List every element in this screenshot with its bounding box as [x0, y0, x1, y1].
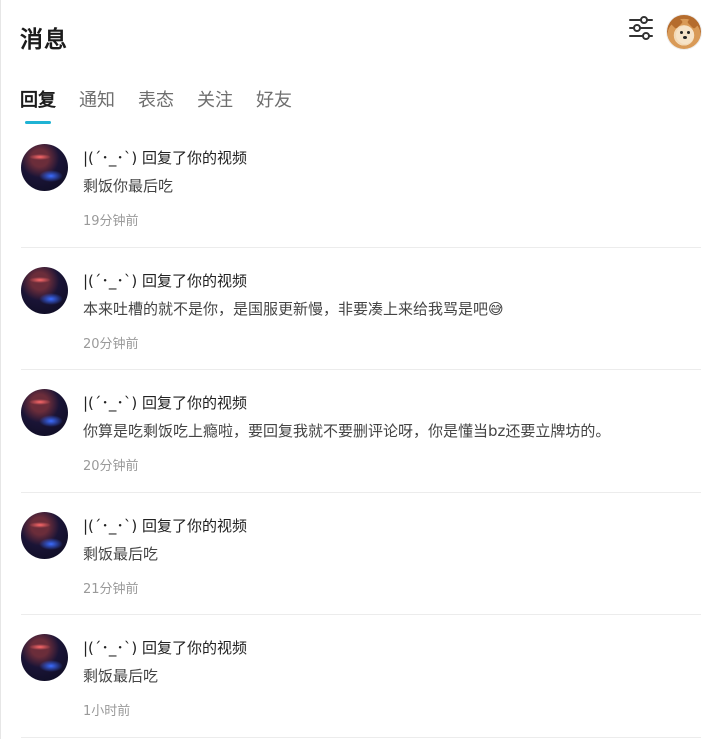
message-time: 19分钟前	[83, 214, 139, 229]
header: 消息	[1, 0, 720, 70]
tab-notice[interactable]: 通知	[79, 86, 115, 124]
message-content: 剩饭最后吃	[83, 544, 159, 563]
sliders-icon	[629, 16, 653, 40]
message-sender: |(´･_･`) 回复了你的视频	[83, 394, 248, 412]
message-content: 剩饭最后吃	[83, 667, 159, 685]
message-time: 1小时前	[83, 704, 131, 719]
sender-avatar[interactable]	[21, 389, 68, 436]
message-sender: |(´･_･`) 回复了你的视频	[83, 271, 248, 290]
message-content: 剩饭你最后吃	[83, 177, 174, 195]
message-sender: |(´･_･`) 回复了你的视频	[83, 639, 248, 657]
message-list: |(´･_･`) 回复了你的视频 剩饭你最后吃 19分钟前 |(´･_･`) 回…	[1, 125, 720, 738]
avatar-eye-left	[680, 31, 683, 34]
tab-friends[interactable]: 好友	[256, 86, 292, 124]
message-time: 21分钟前	[83, 581, 139, 597]
message-item[interactable]: |(´･_･`) 回复了你的视频 剩饭最后吃 21分钟前	[1, 493, 720, 615]
user-avatar[interactable]	[666, 14, 702, 50]
message-item[interactable]: |(´･_･`) 回复了你的视频 剩饭你最后吃 19分钟前	[1, 125, 720, 248]
avatar-nose	[683, 36, 687, 39]
message-item[interactable]: |(´･_･`) 回复了你的视频 剩饭最后吃 1小时前	[1, 615, 720, 738]
message-item[interactable]: |(´･_･`) 回复了你的视频 你算是吃剩饭吃上瘾啦，要回复我就不要删评论呀，…	[1, 370, 720, 493]
avatar-eye-right	[687, 31, 690, 34]
settings-button[interactable]	[627, 14, 655, 42]
tab-follow[interactable]: 关注	[197, 86, 233, 124]
message-time: 20分钟前	[83, 336, 139, 352]
tab-reaction[interactable]: 表态	[138, 86, 174, 124]
message-content: 你算是吃剩饭吃上瘾啦，要回复我就不要删评论呀，你是懂当bz还要立牌坊的。	[83, 422, 611, 440]
divider	[21, 736, 701, 738]
sender-avatar[interactable]	[21, 511, 68, 559]
sender-avatar[interactable]	[21, 266, 68, 314]
message-time: 20分钟前	[83, 459, 139, 474]
message-sender: |(´･_･`) 回复了你的视频	[83, 149, 248, 167]
message-sender: |(´･_･`) 回复了你的视频	[83, 516, 248, 535]
page-title: 消息	[20, 27, 68, 53]
sender-avatar[interactable]	[21, 634, 68, 681]
sender-avatar[interactable]	[21, 144, 68, 191]
message-content: 本来吐槽的就不是你，是国服更新慢，非要凑上来给我骂是吧😅	[83, 299, 504, 318]
tab-reply[interactable]: 回复	[20, 86, 56, 124]
shiba-avatar-icon	[676, 26, 694, 44]
message-item[interactable]: |(´･_･`) 回复了你的视频 本来吐槽的就不是你，是国服更新慢，非要凑上来给…	[1, 248, 720, 370]
tab-bar: 回复 通知 表态 关注 好友	[20, 86, 315, 126]
